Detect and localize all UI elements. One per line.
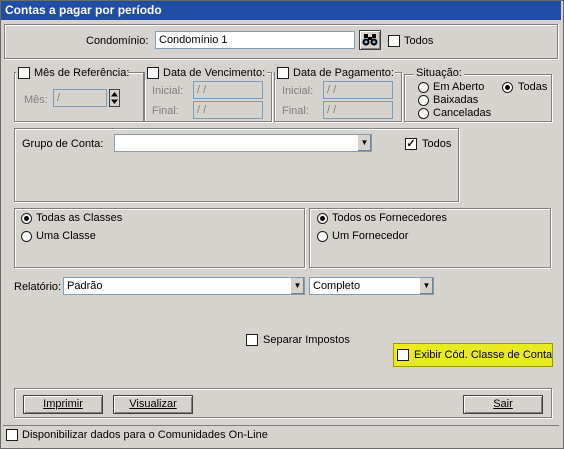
data-pagamento-label: Data de Pagamento: bbox=[293, 67, 394, 79]
relatorio-label: Relatório: bbox=[14, 281, 62, 293]
mes-label: Mês: bbox=[24, 94, 48, 106]
uma-classe-label: Uma Classe bbox=[36, 230, 96, 242]
data-pagamento-checkbox[interactable] bbox=[277, 67, 289, 79]
todas-classes-label: Todas as Classes bbox=[36, 212, 123, 224]
situacao-label: Situação: bbox=[414, 67, 464, 80]
condominio-todos-checkbox[interactable] bbox=[388, 35, 400, 47]
grupo-conta-select[interactable] bbox=[114, 134, 372, 152]
separar-impostos-label: Separar Impostos bbox=[263, 334, 350, 346]
sair-label: Sair bbox=[493, 398, 513, 410]
situacao-todas-label: Todas bbox=[518, 81, 548, 93]
pagamento-inicial-label: Inicial: bbox=[282, 85, 314, 97]
mes-referencia-checkbox[interactable] bbox=[18, 67, 30, 79]
exibir-cod-classe-checkbox[interactable] bbox=[397, 349, 409, 361]
separar-impostos-checkbox[interactable] bbox=[246, 334, 258, 346]
binoculars-icon bbox=[362, 34, 378, 46]
relatorio-tipo-dropdown-arrow[interactable]: ▼ bbox=[419, 278, 433, 294]
vencimento-final-field[interactable]: / / bbox=[193, 101, 263, 119]
footer-divider bbox=[3, 425, 559, 426]
binoculars-search-button[interactable] bbox=[359, 30, 381, 50]
grupo-todos-checkbox[interactable]: ✓ bbox=[405, 138, 417, 150]
exibir-cod-classe-label: Exibir Cód. Classe de Conta bbox=[414, 349, 553, 361]
spinner-arrows-icon bbox=[111, 92, 118, 104]
situacao-em-aberto-label: Em Aberto bbox=[433, 81, 485, 93]
mes-spinner[interactable] bbox=[109, 89, 120, 107]
todas-classes-radio[interactable] bbox=[21, 213, 32, 224]
grupo-todos-label: Todos bbox=[422, 138, 452, 150]
pagamento-inicial-field[interactable]: / / bbox=[323, 81, 393, 99]
situacao-em-aberto-radio[interactable] bbox=[418, 82, 429, 93]
vencimento-final-label: Final: bbox=[152, 105, 179, 117]
checkmark-icon: ✓ bbox=[406, 138, 416, 150]
imprimir-label: Imprimir bbox=[43, 398, 83, 410]
grupo-conta-dropdown-arrow[interactable]: ▼ bbox=[357, 135, 371, 151]
data-vencimento-label: Data de Vencimento: bbox=[163, 67, 266, 79]
condominio-field[interactable]: Condomínio 1 bbox=[155, 31, 355, 49]
imprimir-button[interactable]: Imprimir bbox=[23, 395, 103, 414]
mes-field[interactable]: / bbox=[53, 89, 107, 107]
um-fornecedor-label: Um Fornecedor bbox=[332, 230, 409, 242]
data-vencimento-checkbox[interactable] bbox=[147, 67, 159, 79]
mes-referencia-label: Mês de Referência: bbox=[34, 67, 130, 79]
situacao-baixadas-label: Baixadas bbox=[433, 94, 479, 106]
sair-button[interactable]: Sair bbox=[463, 395, 543, 414]
disponibilizar-label: Disponibilizar dados para o Comunidades … bbox=[22, 429, 268, 441]
um-fornecedor-radio[interactable] bbox=[317, 231, 328, 242]
vencimento-inicial-field[interactable]: / / bbox=[193, 81, 263, 99]
vencimento-inicial-label: Inicial: bbox=[152, 85, 184, 97]
situacao-canceladas-label: Canceladas bbox=[433, 107, 492, 119]
condominio-todos-label: Todos bbox=[404, 35, 434, 47]
uma-classe-radio[interactable] bbox=[21, 231, 32, 242]
relatorio-select[interactable]: Padrão bbox=[63, 277, 305, 295]
todos-fornecedores-radio[interactable] bbox=[317, 213, 328, 224]
situacao-todas-radio[interactable] bbox=[502, 82, 513, 93]
pagamento-final-field[interactable]: / / bbox=[323, 101, 393, 119]
situacao-canceladas-radio[interactable] bbox=[418, 108, 429, 119]
relatorio-dropdown-arrow[interactable]: ▼ bbox=[290, 278, 304, 294]
disponibilizar-checkbox[interactable] bbox=[6, 429, 18, 441]
grupo-conta-label: Grupo de Conta: bbox=[22, 138, 104, 150]
situacao-baixadas-radio[interactable] bbox=[418, 95, 429, 106]
pagamento-final-label: Final: bbox=[282, 105, 309, 117]
visualizar-label: Visualizar bbox=[129, 398, 177, 410]
relatorio-tipo-select[interactable]: Completo bbox=[309, 277, 434, 295]
condominio-label: Condomínio: bbox=[86, 35, 149, 47]
visualizar-button[interactable]: Visualizar bbox=[113, 395, 193, 414]
todos-fornecedores-label: Todos os Fornecedores bbox=[332, 212, 447, 224]
window-title: Contas a pagar por período bbox=[1, 1, 561, 20]
